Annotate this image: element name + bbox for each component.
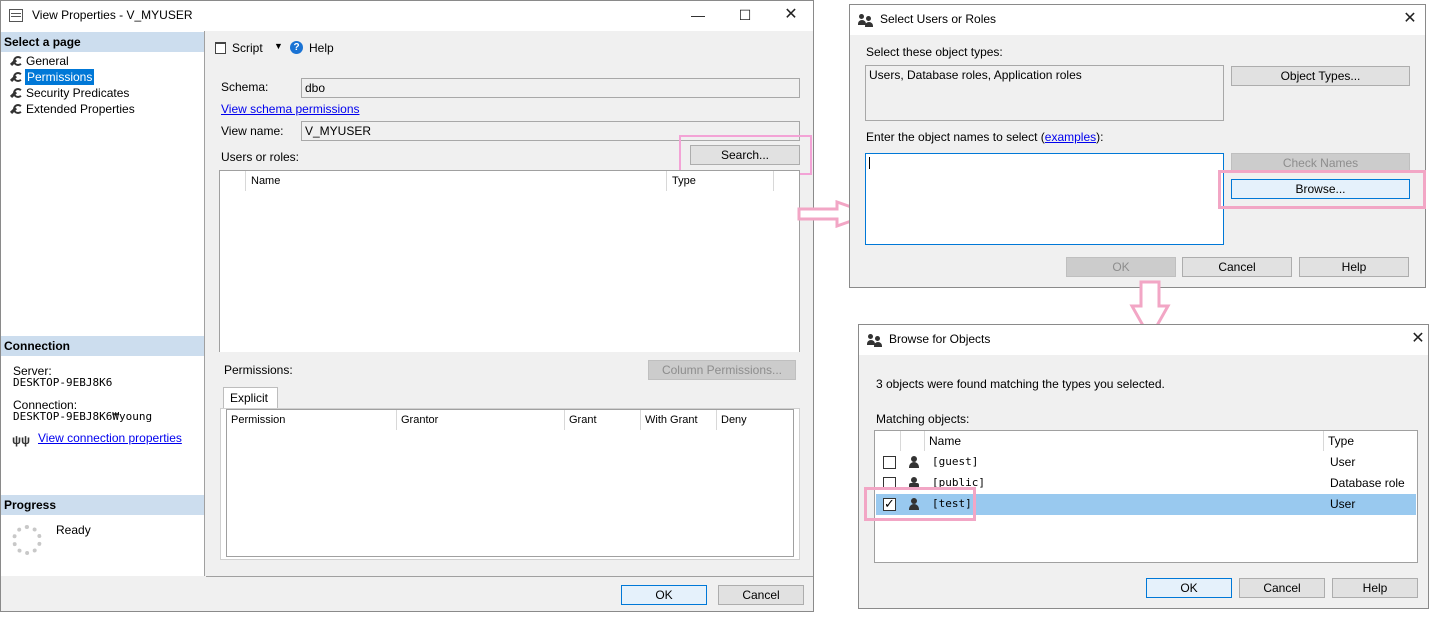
window-title: Select Users or Roles — [880, 12, 997, 26]
users-icon — [867, 333, 882, 347]
cancel-button[interactable]: Cancel — [718, 585, 804, 605]
title-bar[interactable]: View Properties - V_MYUSER — ☐ ✕ — [1, 1, 813, 31]
permissions-grid[interactable]: Permission Grantor Grant With Grant Deny — [226, 409, 794, 557]
wrench-icon — [9, 103, 23, 115]
item-type: User — [1330, 497, 1356, 511]
select-users-window: Select Users or Roles ✕ Select these obj… — [849, 4, 1426, 288]
page-item-label: Extended Properties — [26, 102, 135, 116]
checkbox[interactable] — [883, 456, 896, 469]
browse-highlight — [1218, 170, 1426, 209]
item-type: User — [1330, 455, 1356, 469]
perm-header-grant[interactable]: Grant — [565, 410, 641, 430]
title-bar[interactable]: Select Users or Roles ✕ — [850, 5, 1425, 35]
connection-value: DESKTOP-9EBJ8K6₩young — [13, 410, 153, 423]
ok-button[interactable]: OK — [1066, 257, 1176, 277]
page-item-label: Permissions — [25, 69, 95, 85]
list-header-check — [875, 431, 901, 451]
search-highlight — [679, 135, 812, 175]
object-types-button[interactable]: Object Types... — [1231, 66, 1410, 86]
schema-label: Schema: — [221, 80, 269, 94]
title-bar[interactable]: Browse for Objects ✕ — [859, 325, 1428, 355]
list-header-name[interactable]: Name — [925, 431, 1324, 451]
view-name-label: View name: — [221, 124, 284, 138]
progress-spinner-icon — [12, 525, 42, 555]
page-item-label: General — [26, 54, 69, 68]
page-item-permissions[interactable]: Permissions — [9, 69, 199, 85]
object-names-input[interactable] — [865, 153, 1224, 245]
object-types-field: Users, Database roles, Application roles — [865, 65, 1224, 121]
permissions-tab-panel: Permission Grantor Grant With Grant Deny — [220, 408, 800, 560]
list-header-icon — [901, 431, 925, 451]
page-item-general[interactable]: General — [9, 53, 199, 69]
close-icon[interactable]: ✕ — [781, 5, 801, 25]
progress-status: Ready — [56, 523, 91, 537]
item-type: Database role — [1330, 476, 1405, 490]
users-roles-grid[interactable]: Name Type — [219, 170, 800, 352]
column-permissions-button[interactable]: Column Permissions... — [648, 360, 796, 380]
wrench-icon — [9, 55, 23, 67]
test-row-highlight — [864, 487, 976, 521]
tab-explicit[interactable]: Explicit — [223, 387, 278, 409]
wrench-icon — [9, 71, 23, 83]
text-cursor — [869, 157, 870, 169]
help-icon: ? — [290, 41, 303, 54]
perm-header-grantor[interactable]: Grantor — [397, 410, 565, 430]
server-value: DESKTOP-9EBJ8K6 — [13, 376, 113, 389]
schema-field[interactable]: dbo — [301, 78, 800, 98]
cancel-button[interactable]: Cancel — [1239, 578, 1325, 598]
matching-objects-label: Matching objects: — [876, 412, 970, 426]
users-grid-header-type[interactable]: Type — [668, 171, 774, 191]
dialog-footer — [206, 576, 813, 577]
help-button[interactable]: Help — [1332, 578, 1418, 598]
toolbar: Script ▼ ? Help — [206, 31, 813, 63]
window-icon — [9, 9, 23, 22]
browse-objects-window: Browse for Objects ✕ 3 objects were foun… — [858, 324, 1429, 609]
script-icon — [215, 42, 226, 54]
page-item-extended-properties[interactable]: Extended Properties — [9, 101, 199, 117]
ok-button[interactable]: OK — [1146, 578, 1232, 598]
object-types-label: Select these object types: — [866, 45, 1003, 59]
maximize-icon[interactable]: ☐ — [735, 5, 755, 25]
page-item-label: Security Predicates — [26, 86, 130, 100]
list-header-type[interactable]: Type — [1324, 431, 1417, 451]
connection-header: Connection — [1, 336, 204, 356]
script-button[interactable]: Script — [232, 41, 263, 55]
list-item-guest[interactable]: [guest] User — [876, 452, 1416, 473]
help-button[interactable]: Help — [309, 41, 334, 55]
left-pane: Select a page General Permissions Securi… — [1, 31, 205, 576]
enter-names-label: Enter the object names to select (exampl… — [866, 130, 1104, 144]
view-connection-properties-link[interactable]: View connection properties — [38, 431, 182, 445]
window-title: View Properties - V_MYUSER — [32, 8, 193, 22]
close-icon[interactable]: ✕ — [1408, 329, 1428, 349]
found-text: 3 objects were found matching the types … — [876, 377, 1165, 391]
users-grid-header-name[interactable]: Name — [247, 171, 667, 191]
chevron-down-icon[interactable]: ▼ — [274, 41, 283, 51]
users-icon — [858, 13, 873, 27]
examples-link[interactable]: examples — [1045, 130, 1096, 144]
view-properties-window: View Properties - V_MYUSER — ☐ ✕ Select … — [0, 0, 814, 612]
perm-header-with-grant[interactable]: With Grant — [641, 410, 717, 430]
item-name: [guest] — [932, 455, 979, 468]
page-item-security-predicates[interactable]: Security Predicates — [9, 85, 199, 101]
permissions-label: Permissions: — [224, 363, 293, 377]
cancel-button[interactable]: Cancel — [1182, 257, 1292, 277]
select-page-header: Select a page — [1, 32, 204, 52]
help-button[interactable]: Help — [1299, 257, 1409, 277]
ok-button[interactable]: OK — [621, 585, 707, 605]
view-schema-permissions-link[interactable]: View schema permissions — [221, 102, 360, 116]
minimize-icon[interactable]: — — [688, 5, 708, 25]
user-icon — [908, 456, 920, 468]
perm-header-permission[interactable]: Permission — [227, 410, 397, 430]
close-icon[interactable]: ✕ — [1400, 9, 1420, 29]
window-title: Browse for Objects — [889, 332, 991, 346]
users-grid-header-blank — [220, 171, 246, 191]
users-roles-label: Users or roles: — [221, 150, 300, 164]
wrench-icon — [9, 87, 23, 99]
connection-properties-icon: ψψ — [12, 433, 31, 447]
progress-header: Progress — [1, 495, 204, 515]
perm-header-deny[interactable]: Deny — [717, 410, 787, 430]
